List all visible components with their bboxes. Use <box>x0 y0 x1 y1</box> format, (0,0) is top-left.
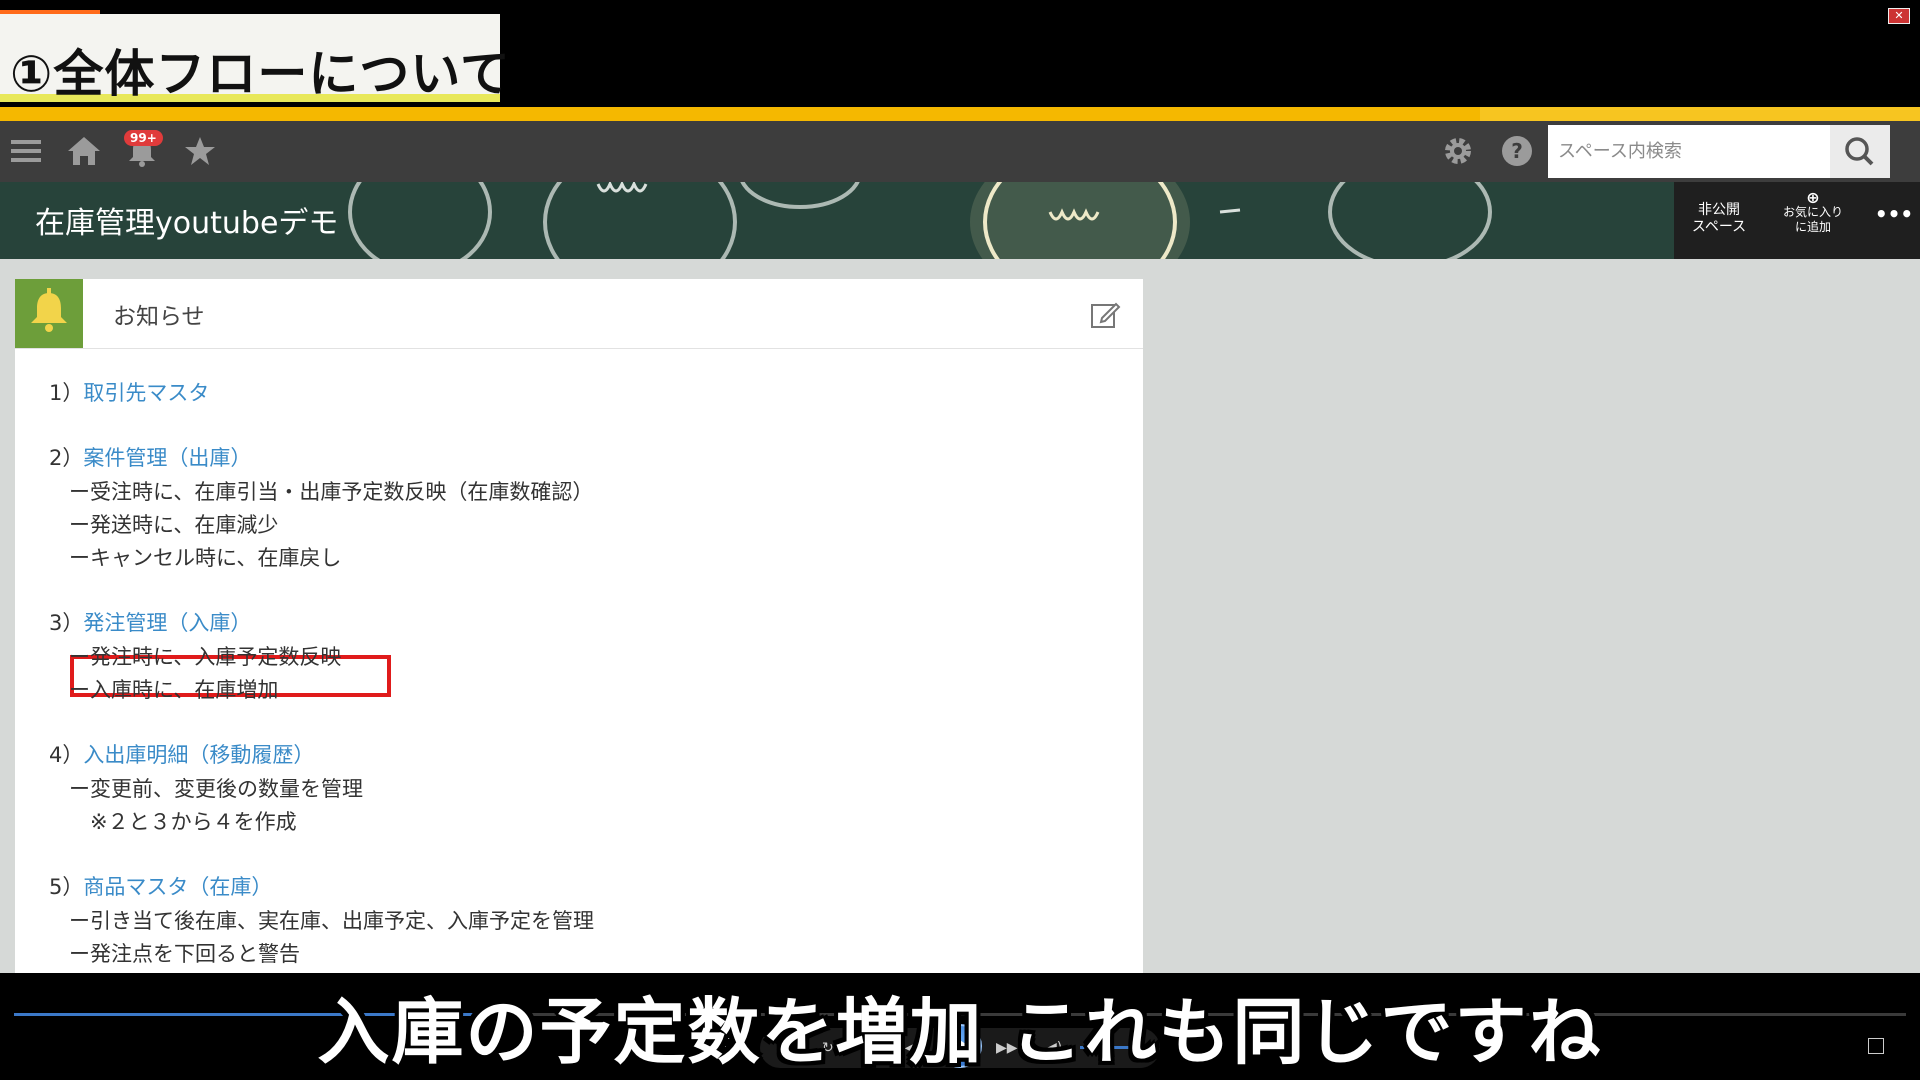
notice-panel: お知らせ 1）取引先マスタ 2）案件管理（出庫） ー受注時に、在庫引当・出庫予定… <box>15 279 1143 973</box>
item-number: 4） <box>49 743 84 767</box>
notification-badge: 99+ <box>124 130 163 146</box>
gear-icon[interactable] <box>1438 131 1478 171</box>
video-subtitle: 入庫の予定数を増加 これも同じですね <box>317 990 1603 1074</box>
notice-item-1: 1）取引先マスタ <box>49 377 209 407</box>
item-detail: ー発送時に、在庫減少 <box>69 513 279 537</box>
notice-header: お知らせ <box>15 279 1143 349</box>
visibility-status[interactable]: 非公開 スペース <box>1688 202 1750 236</box>
space-actions: 非公開 スペース ⊕ お気に入り に追加 ••• <box>1674 182 1920 259</box>
item-number: 1） <box>49 381 84 405</box>
item-link-torihikisaki[interactable]: 取引先マスタ <box>83 381 209 405</box>
item-number: 3） <box>49 611 84 635</box>
search-button[interactable] <box>1830 125 1890 178</box>
item-detail-highlighted: ー発注時に、入庫予定数反映 <box>69 645 342 669</box>
space-banner: 在庫管理youtubeデモ 非公開 スペース ⊕ お気に入り に追加 ••• <box>0 182 1920 259</box>
video-top-bar: ①全体フローについて ✕ <box>0 0 1920 107</box>
visibility-line-2: スペース <box>1691 219 1747 235</box>
item-link-meisai[interactable]: 入出庫明細（移動履歴） <box>83 743 314 767</box>
menu-icon[interactable] <box>6 131 46 171</box>
item-number: 2） <box>49 446 84 470</box>
section-title: ①全体フローについて <box>10 45 511 103</box>
notice-item-2: 2）案件管理（出庫） <box>49 442 251 472</box>
item-detail: ー入庫時に、在庫増加 <box>69 678 279 702</box>
accent-stripe <box>0 107 1920 121</box>
section-title-card: ①全体フローについて <box>0 14 510 103</box>
home-icon[interactable] <box>64 131 104 171</box>
item-note: ※２と３から４を作成 <box>69 810 297 834</box>
item-link-anken[interactable]: 案件管理（出庫） <box>83 446 251 470</box>
item-detail: ー発注点を下回ると警告 <box>69 942 300 966</box>
space-search-input[interactable] <box>1548 125 1830 178</box>
favorite-line-1: お気に入り <box>1782 205 1843 219</box>
item-detail: ー引き当て後在庫、実在庫、出庫予定、入庫予定を管理 <box>69 909 594 933</box>
add-favorite-button[interactable]: ⊕ お気に入り に追加 <box>1770 190 1856 235</box>
notice-title: お知らせ <box>113 304 205 330</box>
pin-add-icon: ⊕ <box>1806 188 1820 207</box>
item-detail: ー変更前、変更後の数量を管理 <box>69 777 363 801</box>
star-icon[interactable] <box>180 131 220 171</box>
notice-item-4: 4）入出庫明細（移動履歴） <box>49 739 314 769</box>
more-options-button[interactable]: ••• <box>1874 204 1914 224</box>
item-link-hacchu[interactable]: 発注管理（入庫） <box>83 611 251 635</box>
space-title: 在庫管理youtubeデモ <box>35 206 339 241</box>
edit-icon[interactable] <box>1089 299 1121 331</box>
notice-item-3: 3）発注管理（入庫） <box>49 607 251 637</box>
item-number: 5） <box>49 875 84 899</box>
notice-item-5: 5）商品マスタ（在庫） <box>49 871 272 901</box>
svg-text:?: ? <box>1511 139 1523 163</box>
main-content: お知らせ 1）取引先マスタ 2）案件管理（出庫） ー受注時に、在庫引当・出庫予定… <box>0 259 1920 973</box>
visibility-line-1: 非公開 <box>1698 202 1740 218</box>
video-player-bar: 02:17 ⤨ ↻ ■ ◀◀ ▶▶ ◀) 入庫の予定数を増加 これも同じですね <box>0 973 1920 1080</box>
item-detail: ーキャンセル時に、在庫戻し <box>69 546 342 570</box>
close-icon[interactable]: ✕ <box>1888 8 1910 24</box>
help-icon[interactable]: ? <box>1497 131 1537 171</box>
item-link-shohin[interactable]: 商品マスタ（在庫） <box>83 875 272 899</box>
bell-icon <box>15 279 83 348</box>
favorite-line-2: に追加 <box>1794 220 1831 234</box>
item-detail: ー受注時に、在庫引当・出庫予定数反映（在庫数確認） <box>69 480 594 504</box>
app-toolbar: 99+ ? <box>0 121 1920 182</box>
